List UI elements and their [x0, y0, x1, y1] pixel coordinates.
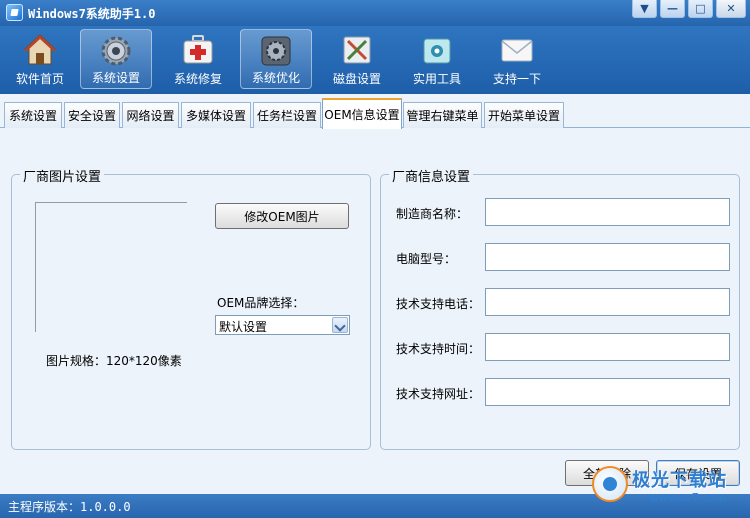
maximize-button[interactable]: □: [688, 0, 713, 18]
oem-image-group-title: 厂商图片设置: [20, 166, 105, 185]
toolbar-item-utilities[interactable]: 实用工具: [401, 29, 473, 89]
tab-oem-info-settings[interactable]: OEM信息设置: [322, 98, 402, 129]
menu-dropdown-button[interactable]: ▼: [632, 0, 657, 18]
tab-start-menu-settings[interactable]: 开始菜单设置: [484, 102, 564, 128]
toolbar-item-label: 系统修复: [173, 72, 222, 86]
support-url-field[interactable]: [485, 378, 730, 406]
tab-content-panel: 厂商图片设置 修改OEM图片 OEM品牌选择： 默认设置 图片规格：120*12…: [0, 128, 750, 494]
minimize-button[interactable]: —: [660, 0, 685, 18]
toolbar-item-label: 支持一下: [492, 72, 541, 86]
oem-brand-label: OEM品牌选择：: [217, 296, 305, 310]
toolbar-item-label: 实用工具: [412, 72, 461, 86]
toolbar-item-system-settings[interactable]: 系统设置: [80, 29, 152, 89]
toolbar-item-system-repair[interactable]: 系统修复: [162, 29, 234, 89]
toolbar-item-label: 软件首页: [15, 72, 64, 86]
support-phone-field[interactable]: [485, 288, 730, 316]
toolbar-item-system-optimize[interactable]: 系统优化: [240, 29, 312, 89]
tab-taskbar-settings[interactable]: 任务栏设置: [253, 102, 321, 128]
tab-network-settings[interactable]: 网络设置: [122, 102, 179, 128]
tab-security-settings[interactable]: 安全设置: [64, 102, 120, 128]
title-bar: Windows7系统助手1.0 ▼ — □ ✕: [0, 0, 750, 26]
envelope-icon: [500, 33, 534, 67]
oem-brand-select[interactable]: 默认设置: [215, 315, 350, 335]
oem-brand-selected-value: 默认设置: [219, 320, 268, 334]
support-hours-field[interactable]: [485, 333, 730, 361]
disk-tools-icon: [340, 33, 374, 67]
optimize-icon: [259, 34, 293, 68]
window-controls: ▼ — □ ✕: [632, 0, 746, 18]
toolbar-item-label: 系统优化: [251, 71, 300, 85]
toolbox-icon: [420, 33, 454, 67]
window-title: Windows7系统助手1.0: [28, 7, 156, 21]
manufacturer-field[interactable]: [485, 198, 730, 226]
oem-image-preview: [35, 202, 187, 332]
tab-multimedia-settings[interactable]: 多媒体设置: [181, 102, 251, 128]
settings-tab-bar: 系统设置 安全设置 网络设置 多媒体设置 任务栏设置 OEM信息设置 管理右键菜…: [0, 94, 750, 129]
support-hours-label: 技术支持时间：: [396, 342, 481, 356]
save-settings-button[interactable]: 保存设置: [656, 460, 740, 486]
oem-info-group-title: 厂商信息设置: [389, 166, 474, 185]
computer-model-field[interactable]: [485, 243, 730, 271]
toolbar-item-support[interactable]: 支持一下: [481, 29, 553, 89]
version-text: 主程序版本：1.0.0.0: [8, 500, 131, 514]
support-url-label: 技术支持网址：: [396, 387, 481, 401]
support-phone-label: 技术支持电话：: [396, 297, 481, 311]
image-spec-text: 图片规格：120*120像素: [46, 354, 182, 368]
tab-context-menu-manager[interactable]: 管理右键菜单: [403, 102, 482, 128]
modify-oem-image-button[interactable]: 修改OEM图片: [215, 203, 349, 229]
gear-icon: [99, 34, 133, 68]
toolbar-item-home[interactable]: 软件首页: [4, 29, 76, 89]
main-toolbar: 软件首页 系统设置 系统修复 系统优化 磁盘设置 实用工具 支持一下: [0, 26, 750, 94]
oem-image-group: 厂商图片设置 修改OEM图片 OEM品牌选择： 默认设置 图片规格：120*12…: [11, 166, 371, 450]
clear-all-button[interactable]: 全部清除: [565, 460, 649, 486]
first-aid-kit-icon: [181, 33, 215, 67]
computer-model-label: 电脑型号：: [396, 252, 457, 266]
oem-info-group: 厂商信息设置 制造商名称： 电脑型号： 技术支持电话： 技术支持时间： 技术支持…: [380, 166, 740, 450]
toolbar-item-label: 系统设置: [91, 71, 140, 85]
manufacturer-label: 制造商名称：: [396, 207, 469, 221]
status-bar: 主程序版本：1.0.0.0: [0, 494, 750, 518]
app-logo-icon: [6, 4, 23, 21]
close-button[interactable]: ✕: [716, 0, 746, 18]
home-icon: [23, 33, 57, 67]
chevron-down-icon[interactable]: [332, 317, 348, 333]
toolbar-item-label: 磁盘设置: [332, 72, 381, 86]
toolbar-item-disk-settings[interactable]: 磁盘设置: [321, 29, 393, 89]
tab-system-settings[interactable]: 系统设置: [4, 102, 62, 128]
